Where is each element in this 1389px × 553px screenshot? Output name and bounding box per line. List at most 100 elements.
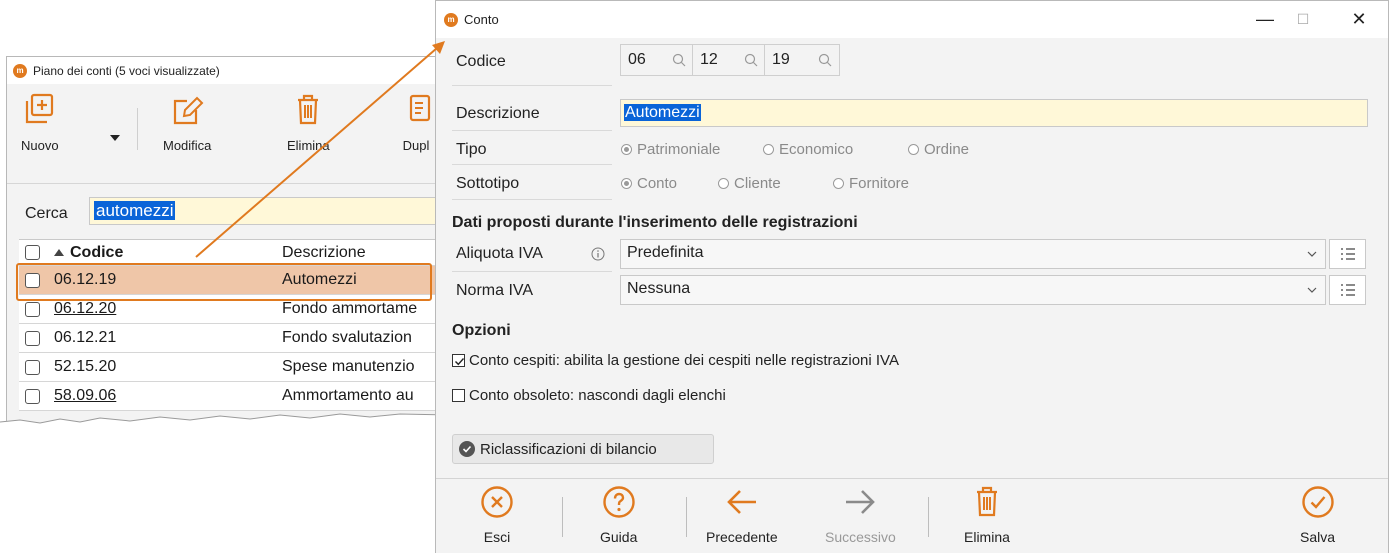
row-divider bbox=[452, 85, 612, 86]
search-row: Cerca automezzi bbox=[7, 185, 445, 239]
subtype-radio-conto[interactable]: Conto bbox=[621, 175, 677, 192]
minimize-button[interactable]: — bbox=[1250, 7, 1280, 31]
row-code: 06.12.21 bbox=[54, 329, 117, 346]
obsolete-label: Conto obsoleto: nascondi dagli elenchi bbox=[469, 387, 726, 404]
account-dialog-titlebar: m Conto — ☐ ✕ bbox=[436, 1, 1388, 38]
maximize-button[interactable]: ☐ bbox=[1288, 7, 1318, 31]
code-part-3-input[interactable]: 19 bbox=[764, 44, 840, 76]
radio-icon bbox=[908, 144, 919, 155]
info-icon[interactable] bbox=[591, 247, 605, 261]
row-code: 58.09.06 bbox=[54, 387, 117, 404]
toolbar: Nuovo Modifica Elimina Dupl bbox=[7, 84, 445, 184]
row-checkbox[interactable] bbox=[25, 359, 40, 375]
help-label: Guida bbox=[600, 529, 638, 545]
table-row[interactable]: 06.12.21 Fondo svalutazion bbox=[19, 324, 445, 353]
row-checkbox[interactable] bbox=[25, 301, 40, 317]
radio-icon bbox=[763, 144, 774, 155]
toolbar-separator bbox=[928, 497, 929, 537]
vat-norm-label: Norma IVA bbox=[456, 282, 534, 299]
delete-account-label: Elimina bbox=[964, 529, 1010, 545]
subtype-label: Sottotipo bbox=[456, 175, 520, 192]
new-button-label: Nuovo bbox=[21, 138, 59, 153]
toolbar-separator bbox=[137, 108, 138, 150]
search-icon[interactable] bbox=[744, 53, 758, 67]
dialog-title: Conto bbox=[464, 12, 499, 27]
close-button[interactable]: ✕ bbox=[1344, 7, 1374, 31]
previous-label: Precedente bbox=[706, 529, 778, 545]
vat-norm-list-button[interactable] bbox=[1329, 275, 1366, 305]
balance-reclassification-label: Riclassificazioni di bilancio bbox=[480, 440, 657, 458]
fixed-assets-checkbox[interactable]: Conto cespiti: abilita la gestione dei c… bbox=[452, 352, 899, 369]
subtype-radio-cliente[interactable]: Cliente bbox=[718, 175, 781, 192]
checkbox-icon bbox=[452, 389, 465, 402]
select-all-checkbox[interactable] bbox=[25, 245, 40, 260]
subtype-radio-fornitore[interactable]: Fornitore bbox=[833, 175, 909, 192]
trash-icon bbox=[298, 94, 319, 125]
subtype-option-label: Cliente bbox=[734, 175, 781, 192]
type-radio-economico[interactable]: Economico bbox=[763, 141, 853, 158]
subtype-option-label: Fornitore bbox=[849, 175, 910, 192]
toolbar-separator bbox=[686, 497, 687, 537]
delete-account-button[interactable]: Elimina bbox=[964, 485, 1010, 545]
save-label: Salva bbox=[1300, 529, 1336, 545]
row-divider bbox=[452, 271, 612, 272]
row-checkbox[interactable] bbox=[25, 330, 40, 346]
code-part-1-input[interactable]: 06 bbox=[620, 44, 694, 76]
search-label: Cerca bbox=[25, 205, 68, 222]
type-radio-patrimoniale[interactable]: Patrimoniale bbox=[621, 141, 720, 158]
row-code: 06.12.20 bbox=[54, 300, 117, 317]
new-button[interactable]: Nuovo bbox=[21, 92, 59, 153]
arrow-right-icon bbox=[846, 490, 876, 514]
next-button[interactable]: Successivo bbox=[825, 485, 896, 545]
table-row[interactable]: 52.15.20 Spese manutenzio bbox=[19, 353, 445, 382]
save-button[interactable]: Salva bbox=[1300, 485, 1335, 545]
check-circle-icon bbox=[1301, 486, 1334, 518]
column-header-description[interactable]: Descrizione bbox=[282, 244, 366, 262]
radio-icon bbox=[833, 178, 844, 189]
search-icon[interactable] bbox=[818, 53, 832, 67]
obsolete-checkbox[interactable]: Conto obsoleto: nascondi dagli elenchi bbox=[452, 387, 726, 404]
window-title: Piano dei conti (5 voci visualizzate) bbox=[33, 63, 220, 78]
torn-edge-decoration bbox=[0, 413, 450, 434]
type-option-label: Ordine bbox=[924, 141, 970, 158]
description-input[interactable]: Automezzi bbox=[620, 99, 1368, 127]
sort-ascending-icon bbox=[54, 248, 64, 256]
search-input[interactable]: automezzi bbox=[89, 197, 445, 225]
vat-rate-select[interactable]: Predefinita bbox=[620, 239, 1326, 269]
edit-button[interactable]: Modifica bbox=[163, 92, 211, 153]
search-icon[interactable] bbox=[672, 53, 686, 67]
exit-button[interactable]: Esci bbox=[480, 485, 514, 545]
previous-button[interactable]: Precedente bbox=[706, 485, 778, 545]
vat-norm-select[interactable]: Nessuna bbox=[620, 275, 1326, 305]
radio-selected-icon bbox=[621, 178, 632, 189]
code-part-2-input[interactable]: 12 bbox=[692, 44, 766, 76]
next-label: Successivo bbox=[825, 529, 896, 545]
vat-rate-list-button[interactable] bbox=[1329, 239, 1366, 269]
type-radio-ordine[interactable]: Ordine bbox=[908, 141, 969, 158]
account-dialog: m Conto — ☐ ✕ Codice 06 12 19 Descrizion… bbox=[435, 0, 1389, 553]
balance-reclassification-button[interactable]: Riclassificazioni di bilancio bbox=[452, 434, 714, 464]
checkbox-checked-icon bbox=[452, 354, 465, 367]
code-part-1-value: 06 bbox=[628, 51, 646, 68]
row-divider bbox=[452, 199, 612, 200]
duplicate-button[interactable]: Dupl bbox=[399, 92, 433, 153]
row-checkbox[interactable] bbox=[25, 388, 40, 404]
delete-button[interactable]: Elimina bbox=[287, 92, 330, 153]
description-value: Automezzi bbox=[624, 104, 701, 121]
row-divider bbox=[452, 130, 612, 131]
help-button[interactable]: Guida bbox=[600, 485, 637, 545]
arrow-left-icon bbox=[726, 490, 756, 514]
row-description: Fondo ammortame bbox=[282, 300, 418, 317]
chart-of-accounts-window: m Piano dei conti (5 voci visualizzate) … bbox=[6, 56, 446, 428]
new-document-icon bbox=[25, 93, 53, 124]
row-code: 52.15.20 bbox=[54, 358, 117, 375]
chart-of-accounts-titlebar: m Piano dei conti (5 voci visualizzate) bbox=[7, 57, 445, 84]
delete-button-label: Elimina bbox=[287, 138, 330, 153]
edit-button-label: Modifica bbox=[163, 138, 212, 153]
new-dropdown-arrow-icon[interactable] bbox=[110, 135, 120, 141]
duplicate-button-label: Dupl bbox=[402, 138, 430, 153]
trash-icon bbox=[976, 486, 997, 517]
list-icon bbox=[1340, 284, 1355, 296]
column-header-code[interactable]: Codice bbox=[54, 244, 282, 262]
row-description: Fondo svalutazion bbox=[282, 329, 412, 346]
